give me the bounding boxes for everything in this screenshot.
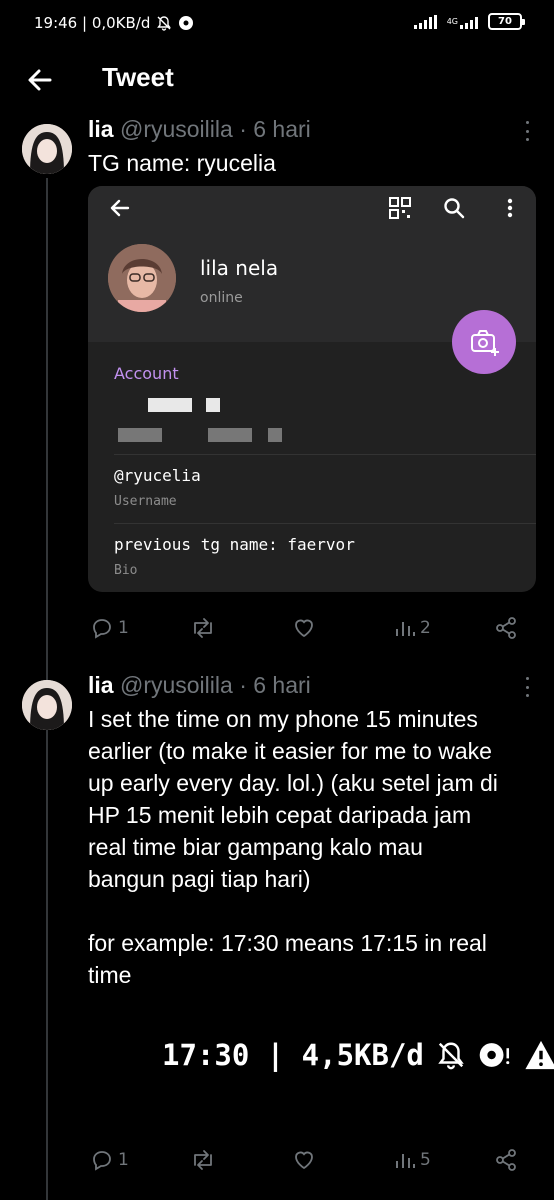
avatar[interactable] [22, 124, 72, 174]
retweet-icon [194, 1150, 212, 1170]
display-name[interactable]: lia [88, 116, 114, 142]
reply-button[interactable]: 1 [90, 616, 129, 640]
status-bar-time-text: 17:30 | 4,5KB/d [162, 1038, 424, 1072]
camera-add-icon [471, 330, 499, 356]
user-handle[interactable]: @ryusoilila [120, 672, 233, 698]
tg-back-arrow-icon [110, 199, 130, 217]
redacted-phone-block [148, 398, 192, 412]
tweet-time: · 6 hari [239, 672, 311, 698]
reply-count: 1 [118, 618, 129, 638]
attached-image-status-bar[interactable]: 17:30 | 4,5KB/d [162, 1038, 554, 1072]
tweet-text: I set the time on my phone 15 minutes ea… [88, 706, 498, 988]
page-title: Tweet [102, 62, 174, 92]
like-button[interactable] [292, 1148, 316, 1172]
set-photo-button [452, 310, 516, 374]
tweet-time: · 6 hari [239, 116, 311, 142]
more-options-icon[interactable] [524, 677, 530, 697]
tg-username-label: Username [114, 494, 177, 509]
heart-icon [295, 619, 313, 638]
share-button[interactable] [494, 1148, 518, 1172]
tg-profile-avatar [108, 244, 176, 312]
tweet-text: TG name: ryucelia [88, 150, 276, 176]
view-count: 5 [420, 1150, 431, 1170]
tg-account-section-title: Account [114, 364, 179, 383]
heart-icon [295, 1151, 313, 1170]
views-button[interactable]: 5 [394, 1148, 431, 1172]
view-count: 2 [420, 618, 431, 638]
redacted-phone-block [118, 428, 162, 442]
tg-username-value: @ryucelia [114, 466, 201, 485]
redacted-phone-block [206, 398, 220, 412]
signal-icon [413, 14, 437, 29]
top-app-bar: Tweet [0, 48, 554, 112]
status-time: 19:46 | 0,0KB/d [34, 14, 151, 32]
tg-profile-status: online [200, 290, 243, 306]
back-button[interactable] [24, 64, 56, 96]
retweet-button[interactable] [190, 1148, 216, 1172]
battery-icon: 70 [488, 13, 525, 30]
more-options-icon[interactable] [524, 121, 530, 141]
signal-icon-2 [460, 15, 478, 29]
attached-image-telegram-profile[interactable]: lila nela online Account @ryucelia Usern… [88, 186, 536, 592]
reply-icon [93, 1151, 111, 1171]
display-name[interactable]: lia [88, 672, 114, 698]
tweet-actions: 1 5 [88, 1148, 528, 1180]
avatar[interactable] [22, 680, 72, 730]
retweet-icon [194, 618, 212, 638]
tweet-actions: 1 2 [88, 616, 528, 648]
mute-bell-icon [157, 16, 172, 31]
network-type: 4G [446, 17, 458, 26]
divider [114, 454, 536, 455]
record-icon [479, 1043, 510, 1067]
reply-icon [93, 619, 111, 639]
record-icon [179, 16, 194, 30]
user-handle[interactable]: @ryusoilila [120, 116, 233, 142]
mute-bell-icon [438, 1042, 464, 1070]
tweet-header: lia @ryusoilila · 6 hari [88, 672, 311, 699]
qr-code-icon [389, 197, 411, 219]
status-bar: 19:46 | 0,0KB/d 4G 70 [0, 0, 554, 48]
reply-button[interactable]: 1 [90, 1148, 129, 1172]
views-chart-icon [396, 1154, 415, 1168]
share-icon [496, 617, 516, 639]
warning-icon [525, 1040, 554, 1070]
tg-search-icon [444, 198, 465, 219]
tg-bio-label: Bio [114, 563, 138, 578]
tg-more-icon [507, 198, 513, 218]
redacted-phone-block [268, 428, 282, 442]
arrow-left-icon [28, 69, 52, 91]
avatar-image [22, 124, 72, 174]
divider [114, 523, 536, 524]
share-icon [496, 1149, 516, 1171]
share-button[interactable] [494, 616, 518, 640]
like-button[interactable] [292, 616, 316, 640]
status-bar-left: 19:46 | 0,0KB/d [34, 14, 194, 32]
redacted-phone-block [208, 428, 252, 442]
status-bar-right: 4G 70 [413, 13, 525, 30]
avatar-image [22, 680, 72, 730]
tg-bio-value: previous tg name: faervor [114, 535, 355, 554]
retweet-button[interactable] [190, 616, 216, 640]
tg-profile-name: lila nela [200, 256, 279, 280]
views-chart-icon [396, 622, 415, 636]
reply-count: 1 [118, 1150, 129, 1170]
battery-level: 70 [498, 16, 512, 27]
tweet-header: lia @ryusoilila · 6 hari [88, 116, 311, 143]
views-button[interactable]: 2 [394, 616, 431, 640]
